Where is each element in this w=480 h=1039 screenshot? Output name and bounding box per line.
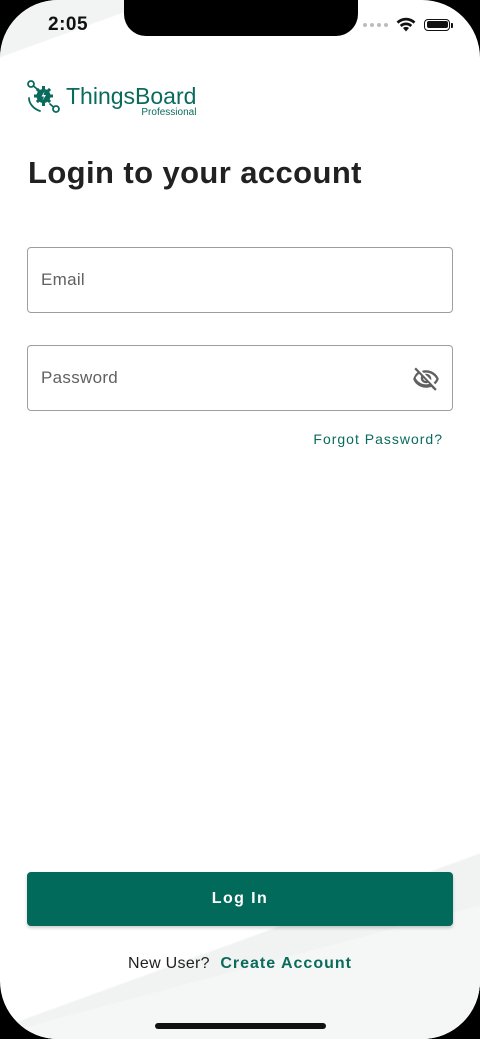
new-user-label: New User? xyxy=(128,955,210,972)
brand-name: ThingsBoard xyxy=(66,83,197,109)
home-indicator[interactable] xyxy=(155,1023,326,1029)
email-field-container xyxy=(27,247,453,313)
status-time: 2:05 xyxy=(48,14,89,35)
thingsboard-logo-icon xyxy=(27,80,60,113)
login-screen: 2:05 ThingsBoard Professional Login to y… xyxy=(0,0,480,1039)
brand-text: ThingsBoard Professional xyxy=(66,84,196,118)
page-title: Login to your account xyxy=(28,155,362,190)
device-notch xyxy=(124,0,358,36)
password-field-container xyxy=(27,345,453,411)
wifi-icon xyxy=(396,17,416,32)
create-account-link[interactable]: Create Account xyxy=(220,955,352,972)
email-input[interactable] xyxy=(28,248,452,312)
login-button[interactable]: Log In xyxy=(27,872,453,926)
eye-off-icon[interactable] xyxy=(412,365,440,393)
device-frame: 2:05 ThingsBoard Professional Login to y… xyxy=(0,0,480,1039)
forgot-password-link[interactable]: Forgot Password? xyxy=(313,431,443,447)
signal-icon xyxy=(363,22,388,27)
signup-prompt: New User? Create Account xyxy=(0,955,480,973)
battery-icon xyxy=(424,18,453,31)
brand-edition: Professional xyxy=(141,107,197,118)
password-input[interactable] xyxy=(28,346,452,410)
status-indicators xyxy=(363,17,453,32)
brand-logo: ThingsBoard Professional xyxy=(26,78,196,118)
